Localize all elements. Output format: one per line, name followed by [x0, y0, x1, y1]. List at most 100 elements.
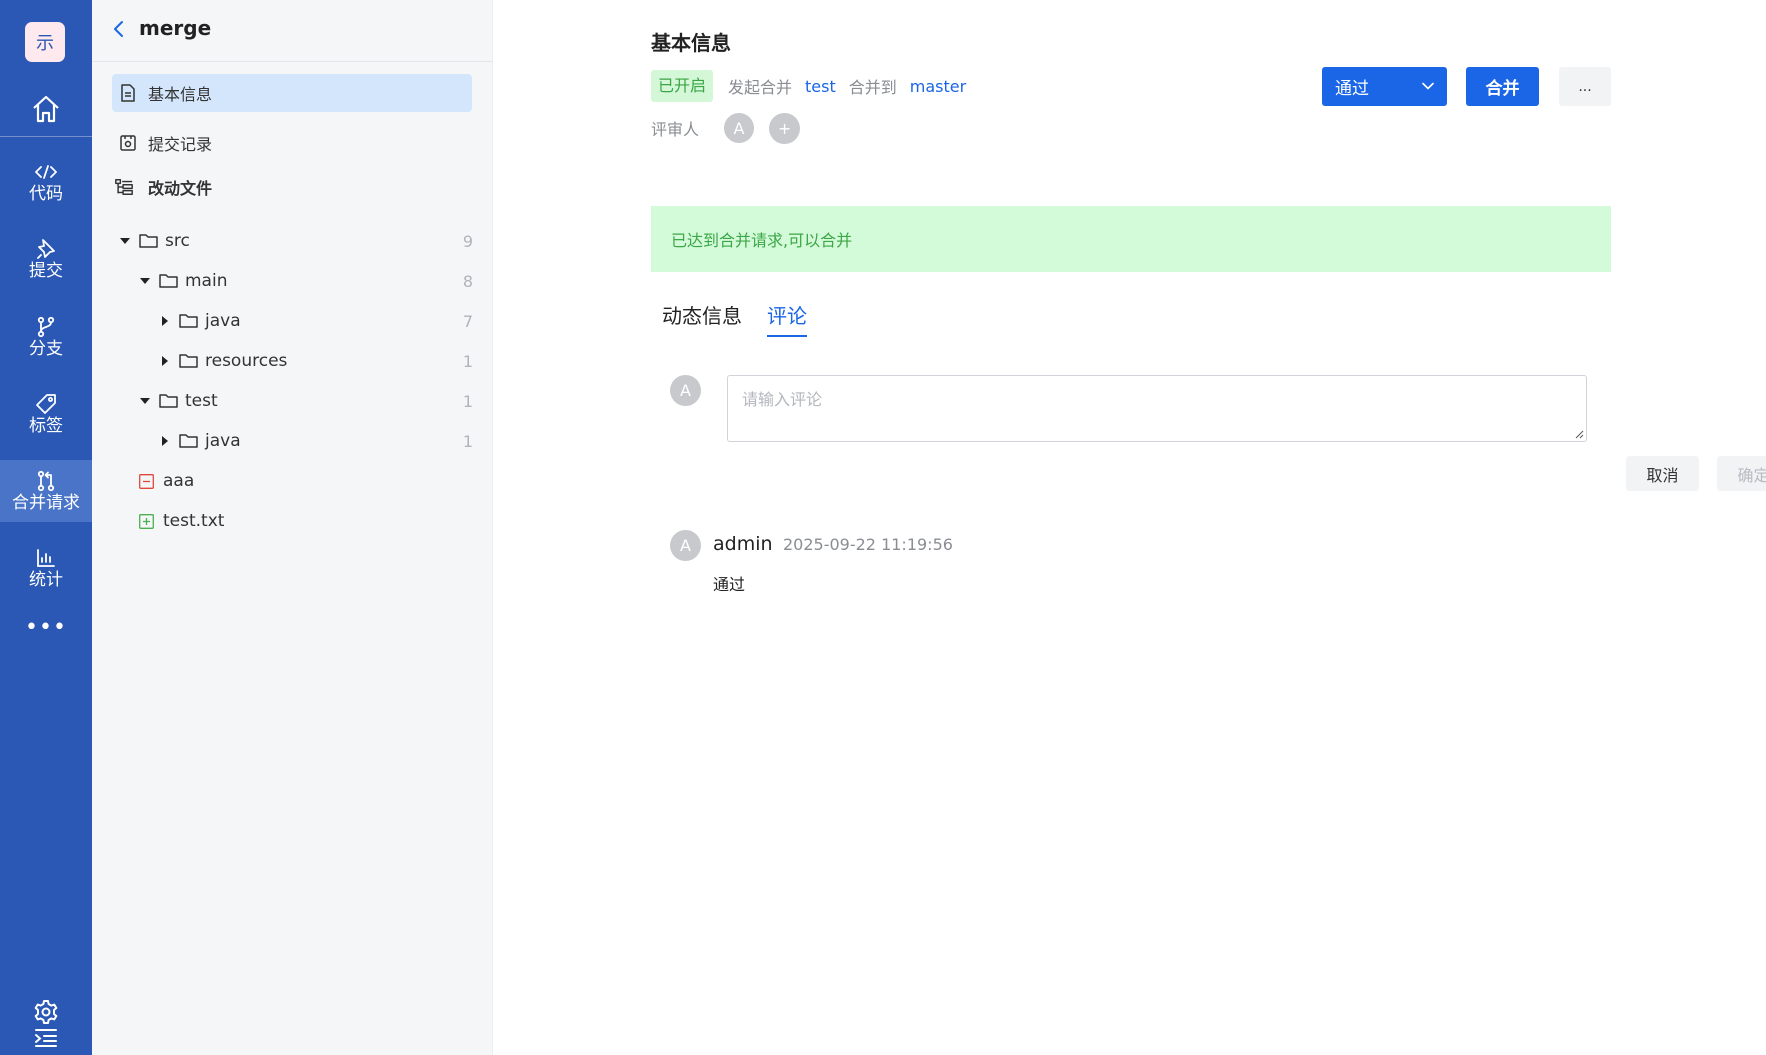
- tab-label: 动态信息: [662, 304, 742, 328]
- folder-icon: [179, 352, 199, 370]
- target-branch-link[interactable]: master: [910, 77, 966, 96]
- avatar-initial: A: [733, 118, 745, 138]
- merge-request-panel: merge 基本信息 提交记录 改动文件 src 9 main 8 java 7: [92, 0, 493, 1055]
- file-count: 9: [462, 231, 473, 251]
- comment-author: admin: [713, 533, 773, 555]
- rail-item-tag[interactable]: 标签: [0, 383, 92, 445]
- file-added-icon: [139, 512, 157, 530]
- tree-label: main: [185, 271, 228, 291]
- more-actions-button[interactable]: ...: [1559, 67, 1611, 106]
- cancel-button[interactable]: 取消: [1626, 456, 1699, 491]
- rail-item-label: 提交: [29, 260, 63, 281]
- folder-icon: [159, 392, 179, 410]
- rail-item-label: 标签: [29, 415, 63, 436]
- chevron-left-icon: [114, 21, 123, 37]
- main-content: 基本信息 已开启 发起合并 test 合并到 master 评审人 A + 通过…: [493, 0, 1766, 1055]
- folder-icon: [179, 432, 199, 450]
- nav-label: 改动文件: [148, 179, 213, 198]
- reviewer-avatar[interactable]: A: [724, 113, 755, 143]
- tree-folder-main[interactable]: main 8: [92, 264, 493, 298]
- comment-input[interactable]: [728, 376, 1586, 441]
- merge-button[interactable]: 合并: [1466, 67, 1539, 106]
- more-menu-button[interactable]: •••: [0, 612, 92, 642]
- tree-folder-java[interactable]: java 7: [92, 304, 493, 338]
- changed-files-icon: [114, 177, 134, 197]
- rail-item-branch[interactable]: 分支: [0, 306, 92, 368]
- file-count: 1: [462, 431, 473, 451]
- status-badge: 已开启: [651, 70, 714, 102]
- comment-body: 通过: [713, 575, 746, 594]
- app-logo[interactable]: 示: [25, 22, 65, 62]
- avatar-initial: A: [680, 381, 691, 400]
- rail-item-code[interactable]: 代码: [0, 151, 92, 213]
- rail-item-label: 代码: [29, 183, 63, 204]
- nav-changed-files[interactable]: 改动文件: [108, 168, 468, 206]
- document-icon: [118, 83, 138, 103]
- rail-item-merge-request[interactable]: 合并请求: [0, 460, 92, 522]
- merge-to-label: 合并到: [848, 78, 897, 97]
- merge-label: 合并: [1485, 79, 1520, 99]
- tree-label: test.txt: [163, 511, 225, 531]
- comment-input-wrapper: [727, 375, 1587, 442]
- source-branch-link[interactable]: test: [805, 77, 836, 96]
- resize-handle-icon[interactable]: [1574, 429, 1584, 439]
- tree-label: java: [205, 431, 241, 451]
- branch-icon: [36, 316, 56, 338]
- panel-header: merge: [92, 0, 493, 62]
- tree-label: src: [165, 231, 190, 251]
- tree-folder-resources[interactable]: resources 1: [92, 344, 493, 378]
- nav-rail: 示 代码 提交 分支 标签 合并请求 统计 •••: [0, 0, 92, 1055]
- pin-icon: [36, 238, 56, 260]
- nav-commit-records[interactable]: 提交记录: [112, 124, 472, 162]
- approve-label: 通过: [1335, 79, 1369, 99]
- tree-file-test-txt[interactable]: test.txt: [92, 504, 493, 538]
- merge-request-title: merge: [139, 16, 212, 40]
- reviewer-label: 评审人: [651, 120, 700, 139]
- file-count: 8: [462, 271, 473, 291]
- rail-item-commit[interactable]: 提交: [0, 228, 92, 290]
- cancel-label: 取消: [1646, 465, 1679, 485]
- tab-activity[interactable]: 动态信息: [662, 300, 742, 335]
- caret-right-icon: [159, 355, 171, 367]
- indent-icon: [35, 1029, 57, 1047]
- nav-basic-info[interactable]: 基本信息: [112, 74, 472, 112]
- tree-label: aaa: [163, 471, 195, 491]
- tab-label: 评论: [767, 304, 807, 328]
- file-count: 1: [462, 351, 473, 371]
- confirm-label: 确定: [1737, 465, 1766, 485]
- add-reviewer-button[interactable]: +: [769, 112, 801, 144]
- tab-comments[interactable]: 评论: [767, 300, 807, 337]
- page-title: 基本信息: [651, 31, 731, 55]
- tree-file-aaa[interactable]: aaa: [92, 464, 493, 498]
- caret-down-icon: [119, 235, 131, 247]
- comment-timestamp: 2025-09-22 11:19:56: [783, 535, 953, 554]
- merge-meta: 已开启 发起合并 test 合并到 master: [651, 70, 979, 102]
- ellipsis-icon: ...: [1578, 78, 1592, 95]
- merge-request-icon: [36, 470, 56, 492]
- nav-label: 基本信息: [148, 85, 213, 104]
- tree-folder-java[interactable]: java 1: [92, 424, 493, 458]
- rail-item-stats[interactable]: 统计: [0, 537, 92, 599]
- home-button[interactable]: [0, 84, 92, 134]
- collapse-sidebar-button[interactable]: [0, 1020, 92, 1055]
- comment-author-avatar: A: [670, 530, 701, 561]
- plus-icon: +: [777, 118, 792, 138]
- reviewers: 评审人 A +: [651, 112, 801, 144]
- caret-right-icon: [159, 435, 171, 447]
- tree-folder-src[interactable]: src 9: [92, 224, 493, 258]
- confirm-button[interactable]: 确定: [1717, 456, 1766, 491]
- tree-folder-test[interactable]: test 1: [92, 384, 493, 418]
- approve-dropdown-button[interactable]: 通过: [1322, 67, 1447, 106]
- back-button[interactable]: [108, 18, 128, 40]
- folder-icon: [139, 232, 159, 250]
- tree-label: resources: [205, 351, 288, 371]
- file-count: 1: [462, 391, 473, 411]
- chevron-down-icon: [1421, 79, 1435, 93]
- file-deleted-icon: [139, 472, 157, 490]
- folder-icon: [179, 312, 199, 330]
- rail-divider: [0, 136, 92, 137]
- caret-down-icon: [139, 395, 151, 407]
- commenter-avatar: A: [670, 375, 701, 406]
- bar-chart-icon: [36, 547, 56, 569]
- commit-record-icon: [118, 133, 138, 153]
